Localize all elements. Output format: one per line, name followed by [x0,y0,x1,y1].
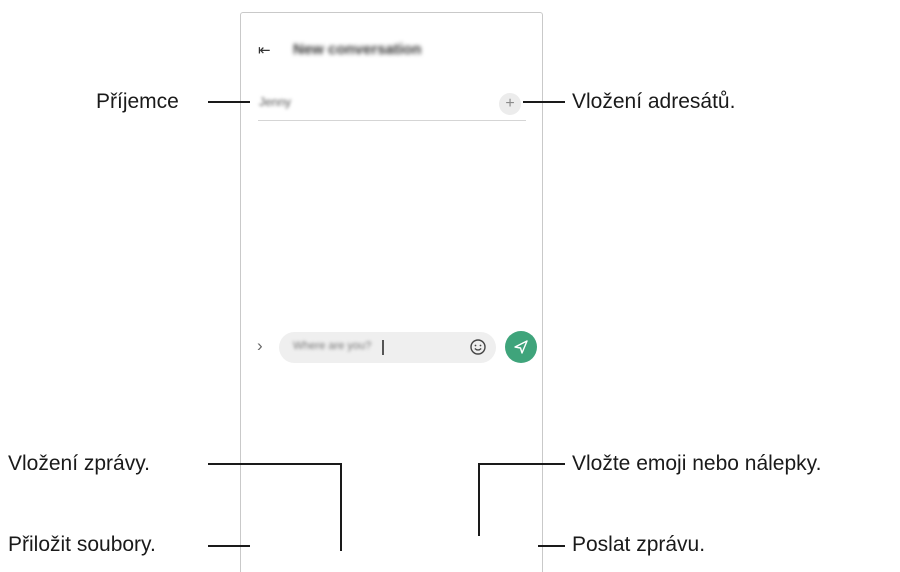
callout-emoji: Vložte emoji nebo nálepky. [572,452,822,475]
callout-attach: Přiložit soubory. [8,533,156,556]
screen-title: New conversation [293,41,422,58]
callout-line-add [523,101,565,103]
callout-line-recipient [208,101,250,103]
divider [258,120,526,121]
callout-line-attach [208,545,250,547]
callout-enter-message: Vložení zprávy. [8,452,151,475]
callout-recipient: Příjemce [96,90,179,113]
callout-line-message-v [340,463,342,551]
callout-send: Poslat zprávu. [572,533,706,556]
phone-screen: ⇤ New conversation Jenny + › Where are y… [240,12,543,572]
message-input[interactable]: Where are you? [279,332,496,363]
text-caret [382,340,384,355]
add-recipient-button[interactable]: + [499,93,521,115]
emoji-icon[interactable] [469,338,487,356]
callout-line-emoji-h [478,463,565,465]
send-icon [514,340,528,354]
recipient-field[interactable]: Jenny [259,95,291,109]
message-input-text: Where are you? [293,340,372,352]
send-button[interactable] [505,331,537,363]
callout-add-recipients: Vložení adresátů. [572,90,736,113]
callout-line-send [538,545,565,547]
attach-icon[interactable]: › [257,336,263,356]
back-icon[interactable]: ⇤ [258,41,271,59]
callout-line-message-h [208,463,342,465]
callout-line-emoji-v [478,463,480,536]
